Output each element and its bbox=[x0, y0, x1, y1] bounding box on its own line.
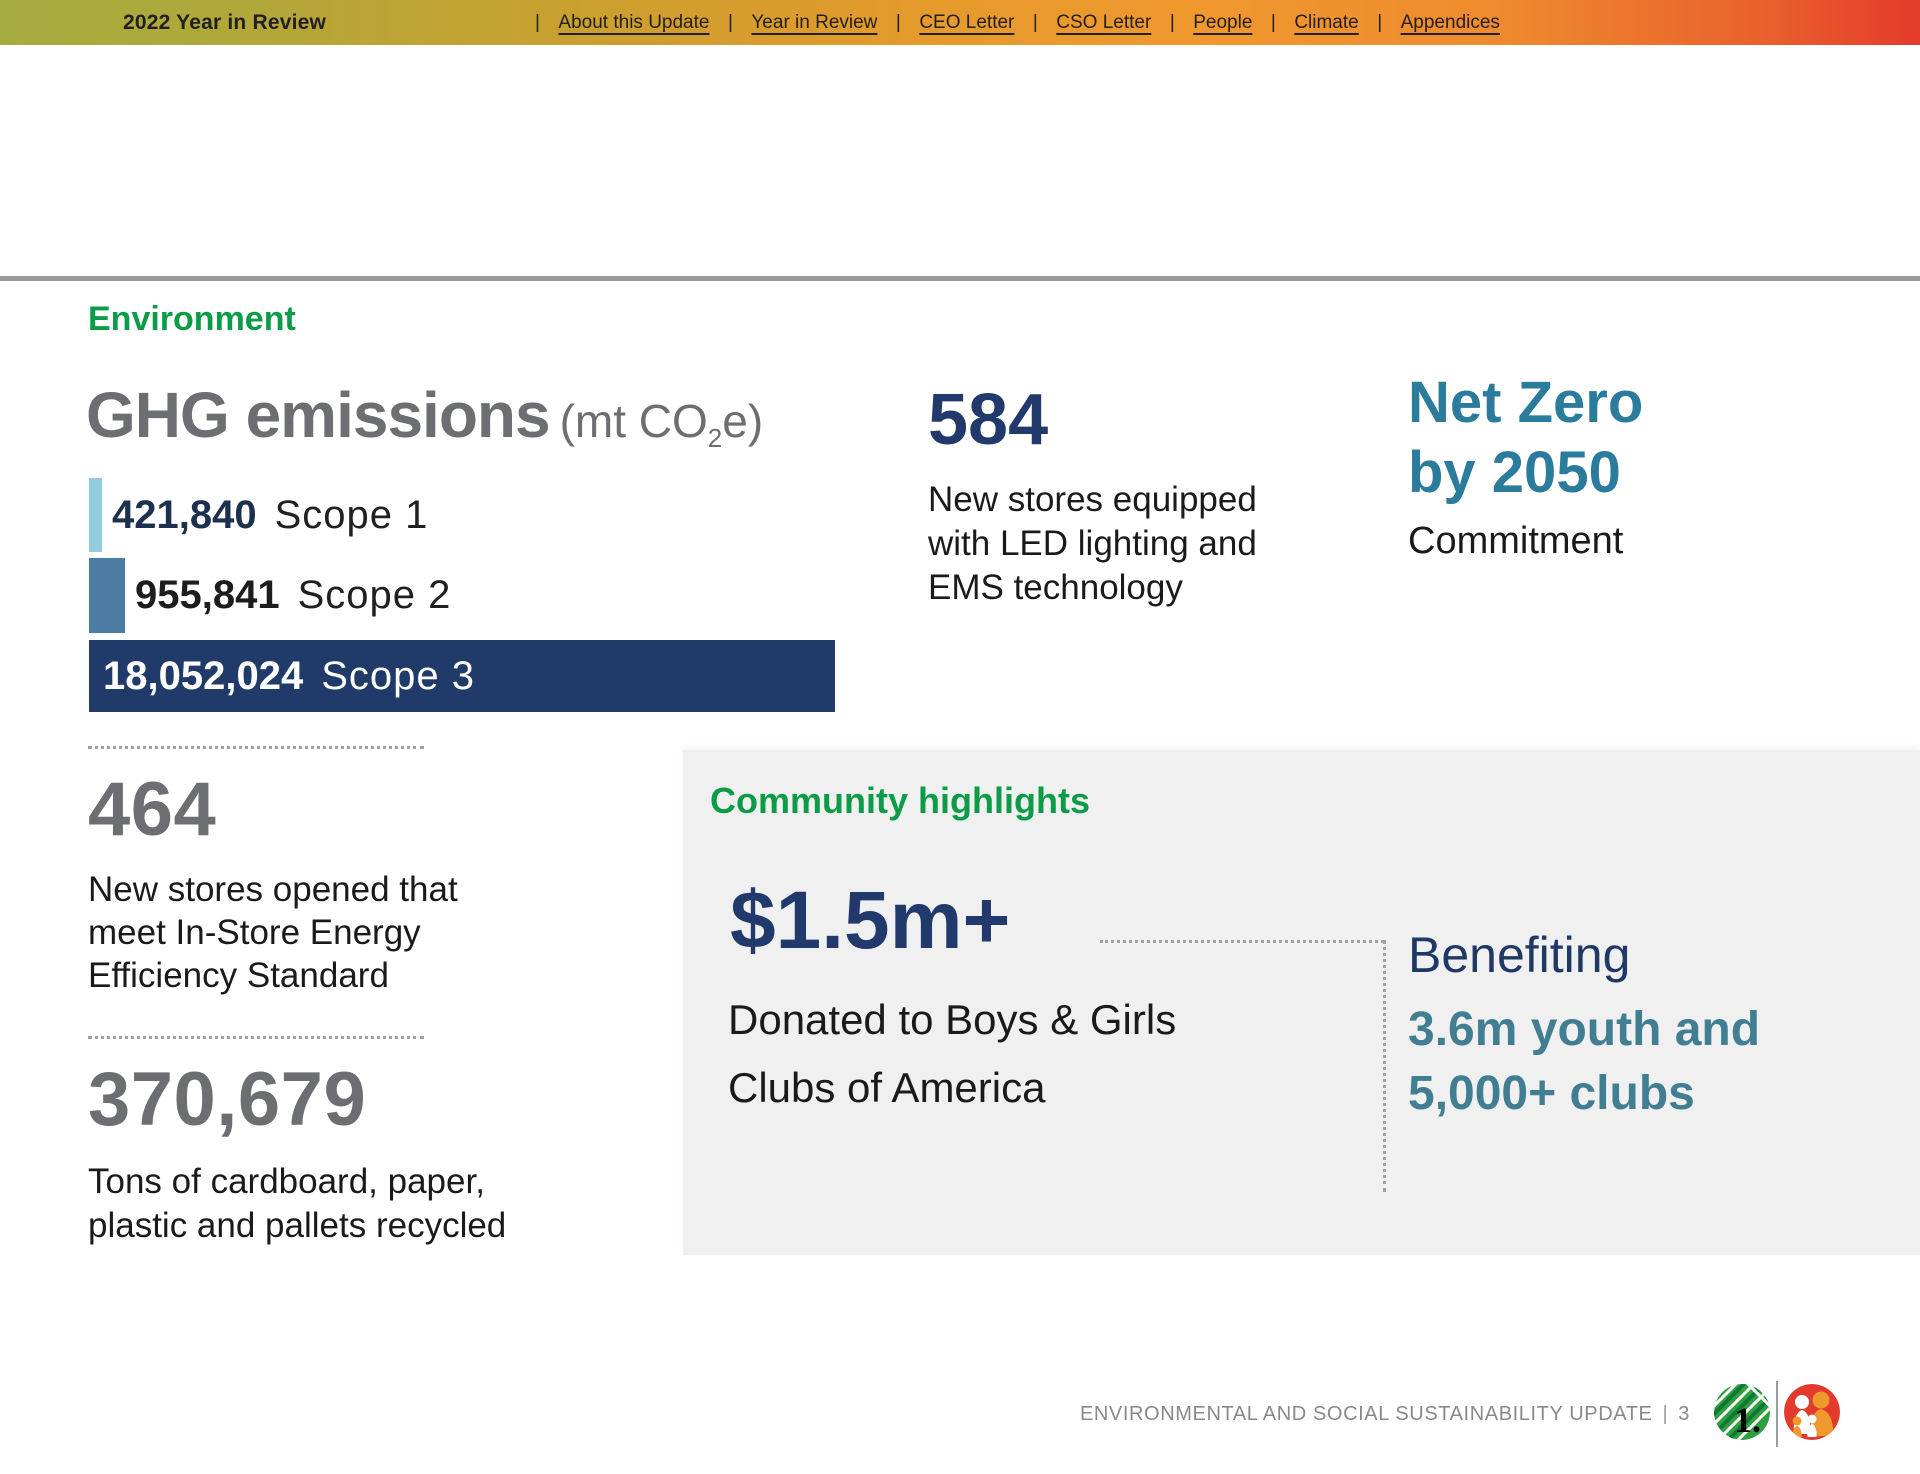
donation-value: $1.5m+ bbox=[730, 880, 1010, 962]
net-zero-stat: Net Zero by 2050 Commitment bbox=[1408, 368, 1643, 563]
net-zero-line-2: by 2050 bbox=[1408, 438, 1643, 508]
dotted-connector-vertical bbox=[1383, 940, 1386, 1192]
scope-3-bar: 18,052,024 Scope 3 bbox=[89, 640, 835, 712]
ghg-emissions-title: GHG emissions(mt CO2e) bbox=[86, 383, 763, 447]
scope-2-bar bbox=[89, 558, 125, 633]
top-nav: | About this Update | Year in Review | C… bbox=[535, 0, 1500, 45]
led-stores-stat: 584 New stores equipped with LED lightin… bbox=[928, 384, 1257, 610]
section-divider bbox=[0, 276, 1920, 281]
recycled-value: 370,679 bbox=[88, 1062, 506, 1138]
scope-1-bar bbox=[89, 478, 102, 552]
donation-caption: Donated to Boys & Girls Clubs of America bbox=[728, 986, 1176, 1122]
page-title: 2022 Year in Review bbox=[123, 0, 326, 45]
nav-link-people[interactable]: People bbox=[1193, 12, 1252, 34]
footer-text: ENVIRONMENTAL AND SOCIAL SUSTAINABILITY … bbox=[1080, 1403, 1690, 1426]
svg-text:1.: 1. bbox=[1734, 1400, 1761, 1440]
new-stores-value: 464 bbox=[88, 772, 458, 848]
scope-2-label: Scope 2 bbox=[298, 573, 452, 618]
scope-1-value: 421,840 bbox=[112, 493, 257, 538]
nav-link-appendices[interactable]: Appendices bbox=[1401, 12, 1500, 34]
recycled-stat: 370,679 Tons of cardboard, paper, plasti… bbox=[88, 1062, 506, 1248]
nav-separator: | bbox=[1271, 12, 1276, 34]
page-number: 3 bbox=[1678, 1403, 1690, 1425]
footer-separator: | bbox=[1662, 1403, 1668, 1425]
scope-1-text: 421,840 Scope 1 bbox=[112, 493, 428, 538]
scope-3-text: 18,052,024 Scope 3 bbox=[103, 654, 475, 699]
benefit-lines: 3.6m youth and 5,000+ clubs bbox=[1408, 998, 1760, 1126]
brand-logos: 1. bbox=[1714, 1380, 1840, 1448]
net-zero-caption: Commitment bbox=[1408, 520, 1643, 563]
community-heading: Community highlights bbox=[710, 780, 1090, 822]
family-dollar-logo-icon bbox=[1784, 1384, 1840, 1445]
benefit-label: Benefiting bbox=[1408, 926, 1760, 984]
nav-link-about-this-update[interactable]: About this Update bbox=[558, 12, 709, 34]
dotted-divider bbox=[88, 1036, 424, 1039]
report-page: 2022 Year in Review | About this Update … bbox=[0, 0, 1920, 1474]
nav-separator: | bbox=[535, 12, 540, 34]
community-highlights-box: Community highlights $1.5m+ Donated to B… bbox=[683, 750, 1920, 1255]
nav-link-climate[interactable]: Climate bbox=[1294, 12, 1358, 34]
benefit-block: Benefiting 3.6m youth and 5,000+ clubs bbox=[1408, 926, 1760, 1126]
new-stores-caption: New stores opened that meet In-Store Ene… bbox=[88, 868, 458, 997]
nav-separator: | bbox=[1033, 12, 1038, 34]
scope-2-value: 955,841 bbox=[135, 573, 280, 618]
nav-link-cso-letter[interactable]: CSO Letter bbox=[1056, 12, 1151, 34]
ghg-title-text: GHG emissions bbox=[86, 379, 550, 451]
net-zero-line-1: Net Zero bbox=[1408, 368, 1643, 438]
environment-section-label: Environment bbox=[88, 300, 296, 339]
nav-separator: | bbox=[1377, 12, 1382, 34]
led-stores-caption: New stores equipped with LED lighting an… bbox=[928, 478, 1257, 610]
nav-separator: | bbox=[1170, 12, 1175, 34]
led-stores-value: 584 bbox=[928, 384, 1257, 456]
nav-separator: | bbox=[896, 12, 901, 34]
new-stores-stat: 464 New stores opened that meet In-Store… bbox=[88, 772, 458, 997]
scope-2-text: 955,841 Scope 2 bbox=[135, 573, 451, 618]
recycled-caption: Tons of cardboard, paper, plastic and pa… bbox=[88, 1160, 506, 1248]
top-bar: 2022 Year in Review | About this Update … bbox=[0, 0, 1920, 45]
dotted-divider bbox=[88, 746, 424, 749]
nav-separator: | bbox=[728, 12, 733, 34]
ghg-unit-text: (mt CO2e) bbox=[560, 395, 764, 447]
nav-link-year-in-review[interactable]: Year in Review bbox=[751, 12, 877, 34]
scope-2-row: 955,841 Scope 2 bbox=[89, 558, 451, 633]
scope-1-label: Scope 1 bbox=[275, 493, 429, 538]
scope-1-row: 421,840 Scope 1 bbox=[89, 478, 428, 552]
logo-divider bbox=[1776, 1381, 1778, 1447]
nav-link-ceo-letter[interactable]: CEO Letter bbox=[919, 12, 1014, 34]
dotted-connector-horizontal bbox=[1100, 940, 1384, 943]
footer-label: ENVIRONMENTAL AND SOCIAL SUSTAINABILITY … bbox=[1080, 1403, 1653, 1425]
scope-3-value: 18,052,024 bbox=[103, 654, 303, 699]
dollar-tree-logo-icon: 1. bbox=[1714, 1384, 1770, 1445]
scope-3-label: Scope 3 bbox=[321, 654, 475, 699]
